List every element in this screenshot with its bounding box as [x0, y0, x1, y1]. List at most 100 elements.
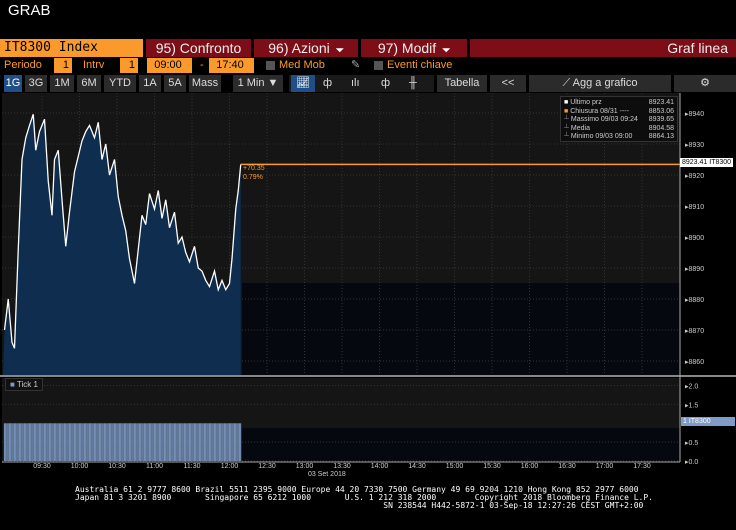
- table-button[interactable]: Tabella: [437, 75, 487, 92]
- volume-bar: [191, 423, 193, 461]
- volume-bar: [120, 423, 122, 461]
- chart-type-button[interactable]: Graf linea: [470, 39, 736, 57]
- volume-bar: [70, 423, 72, 461]
- range-ytd[interactable]: YTD: [104, 75, 136, 92]
- legend-label: Media: [570, 124, 590, 132]
- ticker-field[interactable]: IT8300 Index: [0, 39, 143, 57]
- settings-gear-icon[interactable]: ⚙: [674, 75, 736, 92]
- volume-bar: [28, 423, 30, 461]
- hlc-icon[interactable]: ╫: [409, 75, 417, 92]
- volume-bar: [160, 423, 162, 461]
- volume-bar: [148, 423, 150, 461]
- change-annotation: +70.35 0.79%: [243, 164, 265, 182]
- volume-bar: [90, 423, 92, 461]
- price-chart[interactable]: ▸8860 ▸8870 ▸8880 ▸8890 ▸8900 ▸8910 ▸8920 ▸8930…: [0, 93, 736, 485]
- volume-bar: [115, 423, 117, 461]
- volume-bar: [67, 423, 69, 461]
- volume-bar: [152, 423, 154, 461]
- range-1a[interactable]: 1A: [139, 75, 161, 92]
- legend-value: 8904.58: [648, 124, 674, 132]
- range-6m[interactable]: 6M: [77, 75, 101, 92]
- legend-row: ┴ Massimo 09/03 09:24 8939.65: [564, 116, 674, 125]
- volume-bar: [171, 423, 173, 461]
- volume-bar: [118, 423, 120, 461]
- study-tick-label: ▸1.5: [685, 402, 698, 409]
- x-tick-label: 13:00: [296, 463, 314, 470]
- y-tick-label: ▸8920: [685, 173, 704, 180]
- volume-bar: [77, 423, 79, 461]
- volume-bar: [121, 423, 123, 461]
- volume-bar: [228, 423, 230, 461]
- pencil-icon[interactable]: ✎: [351, 58, 360, 73]
- study-tick-label: ▸2.0: [685, 384, 698, 391]
- volume-bar: [65, 423, 67, 461]
- volume-bar: [143, 423, 145, 461]
- volume-bar: [88, 423, 90, 461]
- volume-bar: [30, 423, 32, 461]
- volume-bar: [58, 423, 60, 461]
- volume-bar: [85, 423, 87, 461]
- volume-bar: [180, 423, 182, 461]
- volume-bar: [138, 423, 140, 461]
- chart-type-label: Graf linea: [667, 40, 728, 56]
- volume-bar: [13, 423, 15, 461]
- collapse-button[interactable]: <<: [490, 75, 526, 92]
- key-events-checkbox[interactable]: [374, 61, 383, 70]
- range-mass[interactable]: Mass: [189, 75, 221, 92]
- volume-bar: [111, 423, 113, 461]
- change-pct: 0.79%: [243, 174, 263, 181]
- range-5a[interactable]: 5A: [164, 75, 186, 92]
- volume-bar: [202, 423, 204, 461]
- volume-bar: [146, 423, 148, 461]
- volume-bar: [61, 423, 63, 461]
- frequency-select[interactable]: 1 Min ▼: [233, 75, 283, 92]
- date-label: 03 Set 2018: [308, 471, 346, 478]
- range-3g[interactable]: 3G: [25, 75, 47, 92]
- volume-bar: [216, 423, 218, 461]
- y-tick-label: ▸8930: [685, 142, 704, 149]
- volume-bar: [63, 423, 65, 461]
- candlestick-icon[interactable]: ф: [381, 75, 390, 92]
- modify-menu[interactable]: 97) Modif: [361, 39, 467, 57]
- bar-chart-icon[interactable]: ılı: [351, 75, 360, 92]
- volume-bar: [48, 423, 50, 461]
- compare-button[interactable]: 95) Confronto: [146, 39, 251, 57]
- start-time-input[interactable]: 09:00: [147, 58, 192, 73]
- x-tick-label: 11:00: [146, 463, 163, 470]
- volume-bar: [122, 423, 124, 461]
- study-legend[interactable]: ■ Tick 1: [5, 378, 43, 391]
- volume-bar: [117, 423, 119, 461]
- volume-bar: [40, 423, 42, 461]
- actions-menu[interactable]: 96) Azioni: [254, 39, 358, 57]
- volume-bar: [233, 423, 235, 461]
- add-to-chart-button[interactable]: ⟋ Agg a grafico: [529, 75, 671, 92]
- volume-bar: [56, 423, 58, 461]
- volume-bar: [87, 423, 89, 461]
- volume-bar: [107, 423, 109, 461]
- volume-bar: [157, 423, 159, 461]
- x-tick-label: 16:00: [521, 463, 539, 470]
- range-1g[interactable]: 1G: [4, 75, 22, 92]
- moving-avg-checkbox[interactable]: [266, 61, 275, 70]
- volume-bar: [22, 423, 24, 461]
- range-1m[interactable]: 1M: [50, 75, 74, 92]
- volume-bar: [126, 423, 128, 461]
- interval-input[interactable]: 1: [120, 58, 138, 73]
- legend-value: 8939.65: [648, 116, 674, 124]
- volume-bar: [201, 423, 203, 461]
- legend-marker-icon: ┴: [564, 116, 569, 124]
- volume-bar: [185, 423, 187, 461]
- volume-bar: [105, 423, 107, 461]
- volume-bar: [177, 423, 179, 461]
- volume-bar: [141, 423, 143, 461]
- volume-bar: [175, 423, 177, 461]
- period-label: Periodo: [4, 59, 42, 71]
- ohlc-icon[interactable]: ф: [323, 75, 332, 92]
- study-color-icon: ■: [10, 380, 15, 389]
- volume-bar: [223, 423, 225, 461]
- line-chart-icon[interactable]: 📈︎: [291, 75, 315, 92]
- window-title: GRAB: [8, 2, 51, 19]
- end-time-input[interactable]: 17:40: [209, 58, 254, 73]
- period-input[interactable]: 1: [54, 58, 72, 73]
- x-tick-label: 17:30: [633, 463, 651, 470]
